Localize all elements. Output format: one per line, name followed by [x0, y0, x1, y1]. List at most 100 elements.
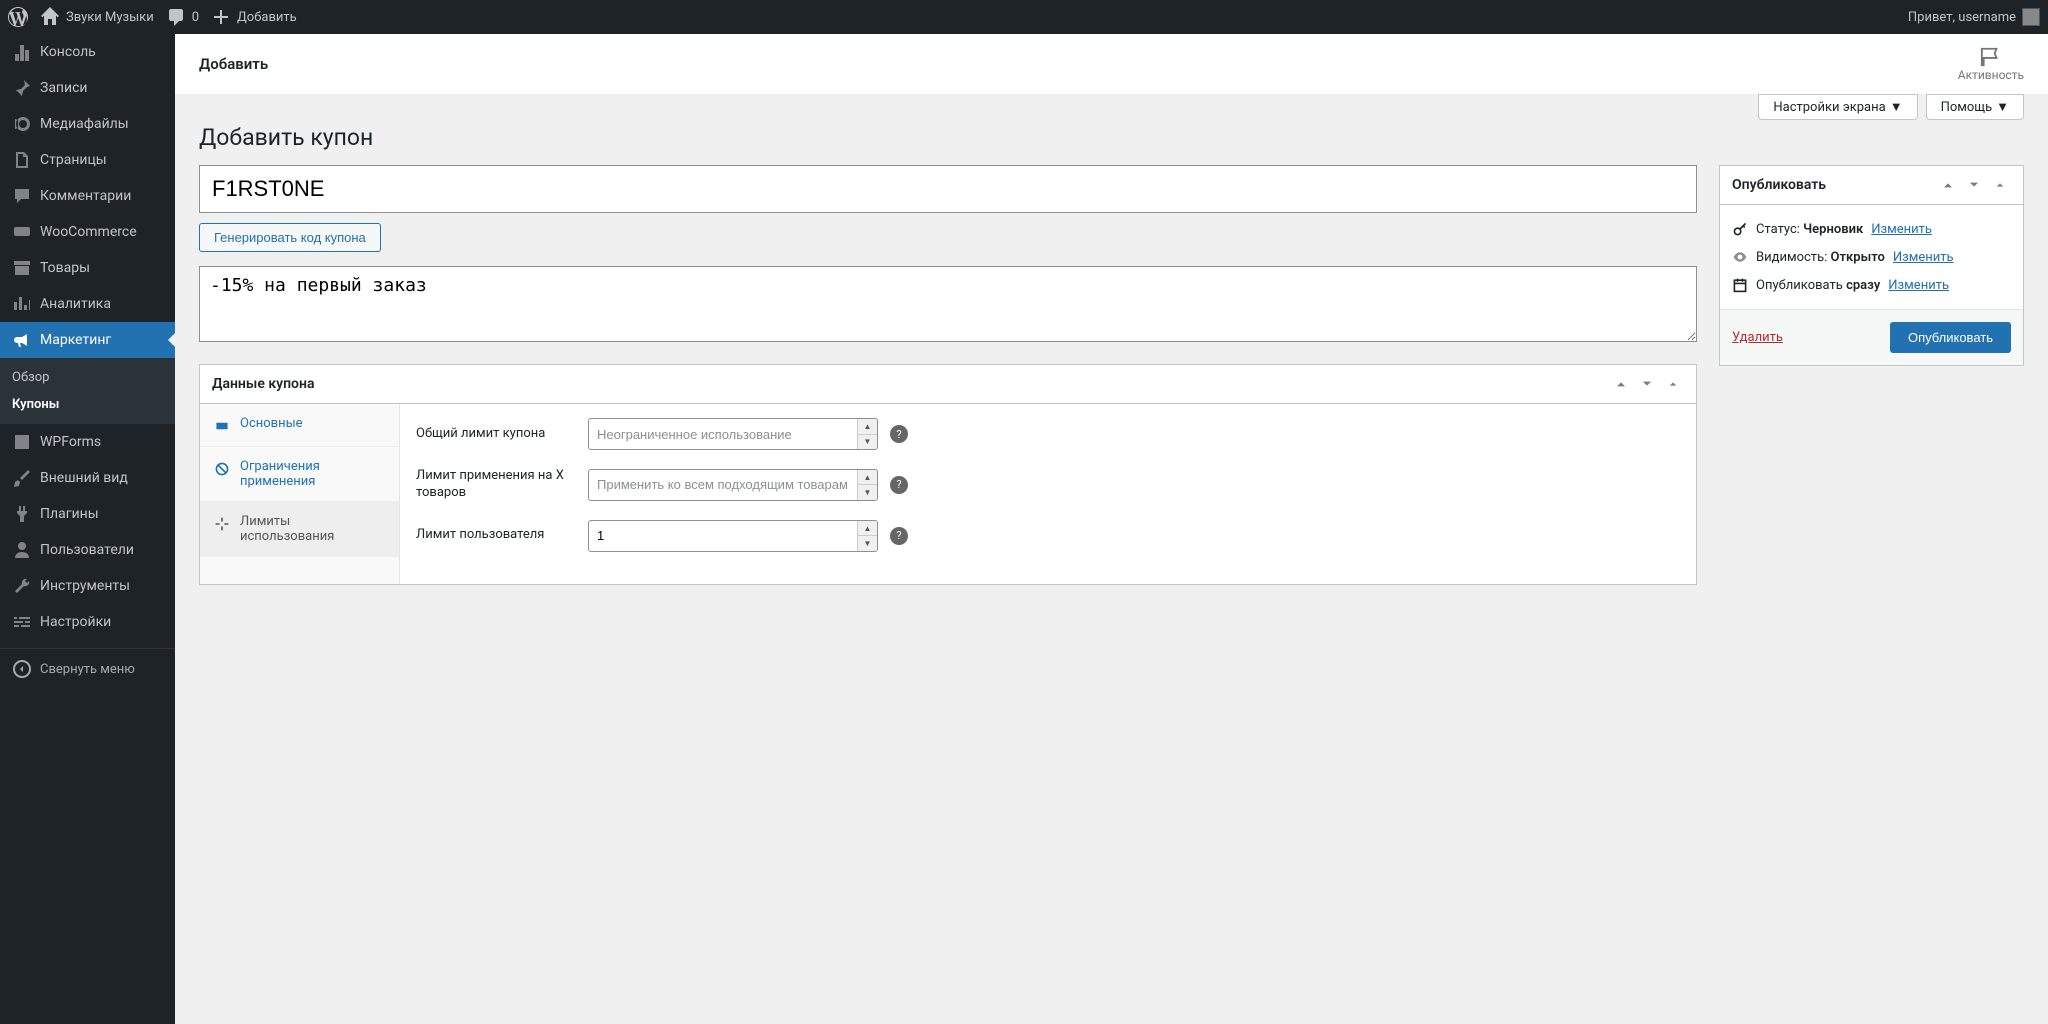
- menu-plugins[interactable]: Плагины: [0, 496, 175, 532]
- add-new-link[interactable]: Добавить: [211, 7, 297, 27]
- activity-button[interactable]: Активность: [1958, 46, 2024, 82]
- submenu-marketing: Обзор Купоны: [0, 358, 175, 424]
- spinner-buttons[interactable]: ▲▼: [857, 419, 877, 449]
- user-icon: [12, 540, 32, 560]
- generate-code-button[interactable]: Генерировать код купона: [199, 223, 381, 252]
- greeting-text: Привет, username: [1908, 10, 2016, 25]
- user-limit-label: Лимит пользователя: [416, 527, 576, 544]
- user-greeting[interactable]: Привет, username: [1908, 8, 2040, 26]
- menu-dashboard[interactable]: Консоль: [0, 34, 175, 70]
- spinner-buttons[interactable]: ▲▼: [857, 521, 877, 551]
- chevron-up-icon: [1613, 376, 1629, 392]
- admin-bar: Звуки Музыки 0 Добавить Привет, username: [0, 0, 2048, 34]
- form-icon: [12, 432, 32, 452]
- menu-posts[interactable]: Записи: [0, 70, 175, 106]
- home-icon: [40, 7, 60, 27]
- wordpress-logo[interactable]: [8, 7, 28, 27]
- publish-panel: Опубликовать Статус: Черновик Изменить: [1719, 165, 2024, 366]
- archive-icon: [12, 258, 32, 278]
- menu-tools[interactable]: Инструменты: [0, 568, 175, 604]
- block-icon: [214, 461, 230, 477]
- pin-icon: [12, 78, 32, 98]
- edit-publish-date-link[interactable]: Изменить: [1888, 278, 1949, 293]
- limit-x-items-input[interactable]: [588, 469, 878, 501]
- panel-toggle[interactable]: [1989, 174, 2011, 196]
- site-home-link[interactable]: Звуки Музыки: [40, 7, 154, 27]
- coupon-description-input[interactable]: -15% на первый заказ: [199, 266, 1697, 342]
- site-name: Звуки Музыки: [66, 10, 154, 25]
- avatar: [2022, 8, 2040, 26]
- screen-options-button[interactable]: Настройки экрана ▼: [1758, 94, 1917, 120]
- sliders-icon: [12, 612, 32, 632]
- page-icon: [12, 150, 32, 170]
- submenu-coupons[interactable]: Купоны: [0, 391, 175, 418]
- calendar-icon: [1732, 277, 1748, 293]
- media-icon: [12, 114, 32, 134]
- wrench-icon: [12, 576, 32, 596]
- menu-settings[interactable]: Настройки: [0, 604, 175, 640]
- publish-button[interactable]: Опубликовать: [1890, 322, 2011, 353]
- top-bar: Добавить Активность: [175, 34, 2048, 94]
- limit-x-items-label: Лимит применения на X товаров: [416, 468, 576, 502]
- help-icon[interactable]: ?: [890, 425, 908, 443]
- spinner-buttons[interactable]: ▲▼: [857, 470, 877, 500]
- total-limit-label: Общий лимит купона: [416, 426, 576, 443]
- chevron-down-icon: [1639, 376, 1655, 392]
- panel-move-up[interactable]: [1937, 174, 1959, 196]
- edit-status-link[interactable]: Изменить: [1871, 222, 1932, 237]
- submenu-overview[interactable]: Обзор: [0, 364, 175, 391]
- help-button[interactable]: Помощь ▼: [1926, 94, 2024, 120]
- delete-link[interactable]: Удалить: [1732, 330, 1783, 345]
- comments-count: 0: [192, 10, 199, 25]
- spinner-down[interactable]: ▼: [858, 485, 877, 500]
- plugin-icon: [12, 504, 32, 524]
- admin-sidebar: Консоль Записи Медиафайлы Страницы Комме…: [0, 34, 175, 1024]
- chart-icon: [12, 294, 32, 314]
- panel-move-up[interactable]: [1610, 373, 1632, 395]
- flag-icon: [1980, 46, 2002, 68]
- spinner-down[interactable]: ▼: [858, 435, 877, 450]
- coupon-tabs: Основные Ограничения применения Лимиты и…: [200, 404, 400, 584]
- brush-icon: [12, 468, 32, 488]
- user-limit-input[interactable]: [588, 520, 878, 552]
- menu-products[interactable]: Товары: [0, 250, 175, 286]
- tab-usage-limits[interactable]: Лимиты использования: [200, 502, 399, 557]
- menu-pages[interactable]: Страницы: [0, 142, 175, 178]
- add-new-label: Добавить: [237, 10, 297, 25]
- tab-usage-restriction[interactable]: Ограничения применения: [200, 447, 399, 502]
- collapse-menu[interactable]: Свернуть меню: [0, 648, 175, 689]
- triangle-up-icon: [1665, 376, 1681, 392]
- panel-move-down[interactable]: [1963, 174, 1985, 196]
- menu-comments[interactable]: Комментарии: [0, 178, 175, 214]
- chevron-up-icon: [1940, 177, 1956, 193]
- menu-appearance[interactable]: Внешний вид: [0, 460, 175, 496]
- menu-users[interactable]: Пользователи: [0, 532, 175, 568]
- spinner-up[interactable]: ▲: [858, 521, 877, 537]
- comments-link[interactable]: 0: [166, 7, 199, 27]
- panel-toggle[interactable]: [1662, 373, 1684, 395]
- menu-marketing[interactable]: Маркетинг: [0, 322, 175, 358]
- eye-icon: [1732, 249, 1748, 265]
- edit-visibility-link[interactable]: Изменить: [1893, 250, 1954, 265]
- coupon-code-input[interactable]: [199, 165, 1697, 213]
- crosshair-icon: [214, 516, 230, 532]
- total-limit-input[interactable]: [588, 418, 878, 450]
- menu-media[interactable]: Медиафайлы: [0, 106, 175, 142]
- help-icon[interactable]: ?: [890, 476, 908, 494]
- tab-general[interactable]: Основные: [200, 404, 399, 447]
- panel-move-down[interactable]: [1636, 373, 1658, 395]
- breadcrumb: Добавить: [199, 55, 268, 73]
- menu-woocommerce[interactable]: WooCommerce: [0, 214, 175, 250]
- spinner-up[interactable]: ▲: [858, 419, 877, 435]
- comment-icon: [166, 7, 186, 27]
- menu-analytics[interactable]: Аналитика: [0, 286, 175, 322]
- plus-icon: [211, 7, 231, 27]
- spinner-up[interactable]: ▲: [858, 470, 877, 486]
- spinner-down[interactable]: ▼: [858, 536, 877, 551]
- chevron-down-icon: ▼: [1996, 99, 2009, 115]
- woocommerce-icon: [12, 222, 32, 242]
- help-icon[interactable]: ?: [890, 527, 908, 545]
- key-icon: [1732, 221, 1748, 237]
- menu-wpforms[interactable]: WPForms: [0, 424, 175, 460]
- coupon-data-title: Данные купона: [212, 376, 1606, 392]
